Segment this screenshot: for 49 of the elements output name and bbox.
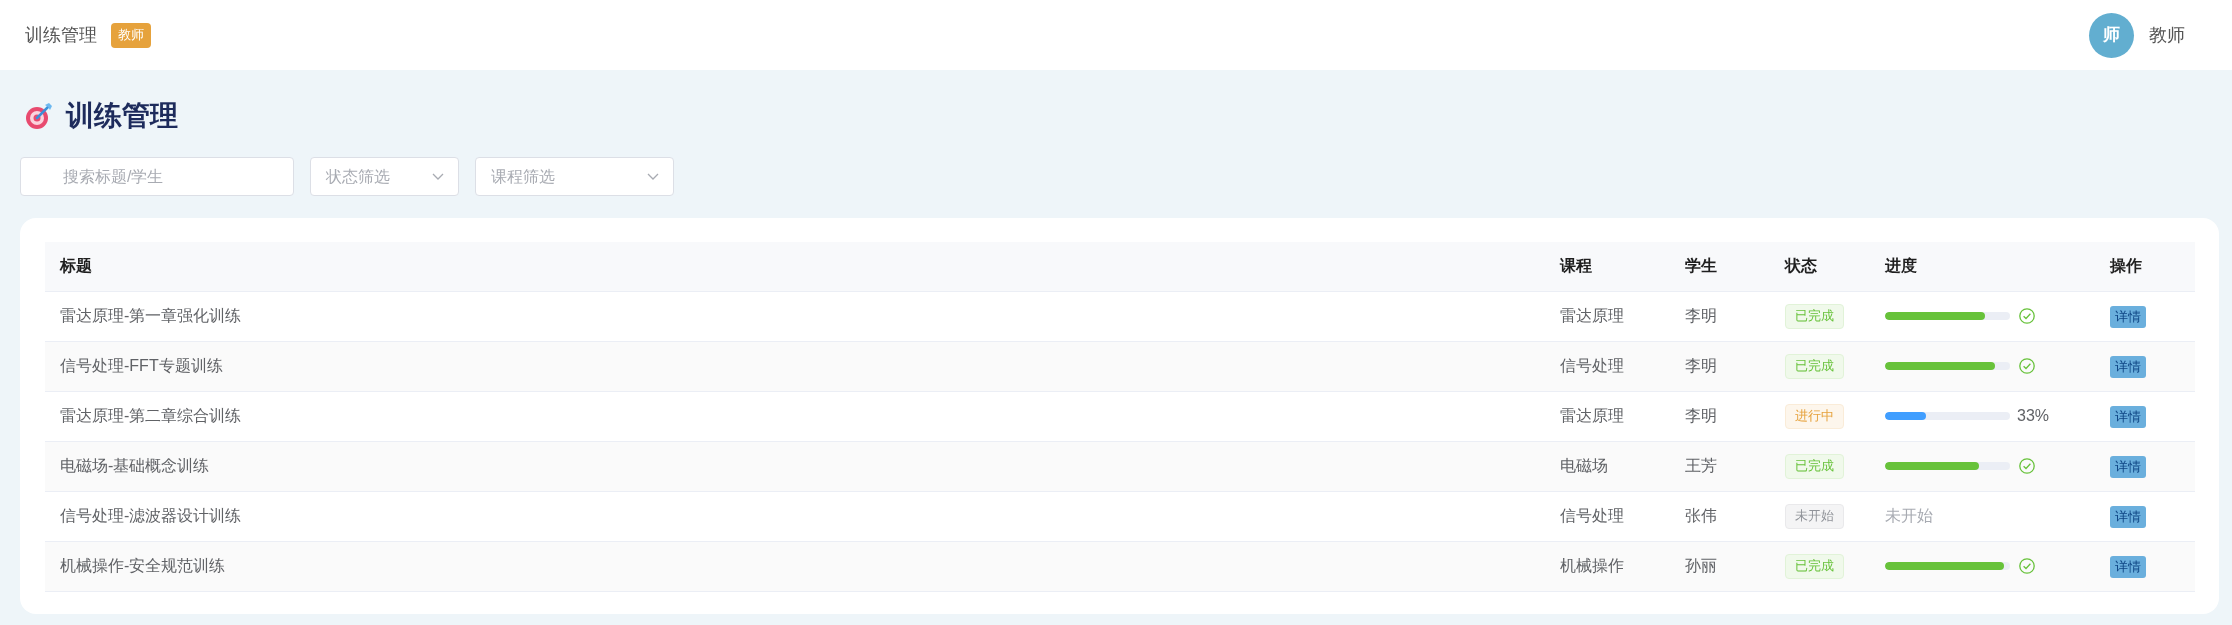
status-tag: 进行中 — [1785, 403, 1844, 429]
status-tag: 已完成 — [1785, 353, 1844, 379]
student-name: 李明 — [1685, 407, 1717, 424]
details-button[interactable]: 详情 — [2110, 306, 2146, 328]
training-title: 信号处理-FFT专题训练 — [60, 357, 223, 374]
status-tag: 已完成 — [1785, 453, 1844, 479]
details-button[interactable]: 详情 — [2110, 556, 2146, 578]
progress-percent: 33% — [2017, 406, 2050, 426]
course-name: 机械操作 — [1560, 557, 1624, 574]
search-field[interactable]: 搜索标题/学生 — [20, 157, 294, 196]
student-name: 张伟 — [1685, 507, 1717, 524]
column-header: 进度 — [1885, 257, 1917, 275]
student-name: 王芳 — [1685, 457, 1717, 474]
status-tag: 未开始 — [1785, 503, 1844, 529]
role-badge: 教师 — [111, 22, 151, 48]
app-title: 训练管理 — [25, 23, 97, 47]
course-filter-select[interactable]: 课程筛选 — [475, 157, 674, 196]
training-title: 信号处理-滤波器设计训练 — [60, 507, 242, 524]
chevron-down-icon — [647, 173, 659, 180]
student-name: 李明 — [1685, 357, 1717, 374]
details-button[interactable]: 详情 — [2110, 456, 2146, 478]
training-title: 机械操作-安全规范训练 — [60, 557, 226, 574]
training-title: 电磁场-基础概念训练 — [60, 457, 210, 474]
course-name: 信号处理 — [1560, 507, 1624, 524]
details-button[interactable]: 详情 — [2110, 506, 2146, 528]
student-name: 李明 — [1685, 307, 1717, 324]
student-name: 孙丽 — [1685, 557, 1717, 574]
course-name: 信号处理 — [1560, 357, 1624, 374]
column-header: 状态 — [1785, 257, 1817, 275]
course-name: 雷达原理 — [1560, 407, 1624, 424]
training-title: 雷达原理-第二章综合训练 — [60, 407, 242, 424]
status-filter-select[interactable]: 状态筛选 — [310, 157, 459, 196]
details-button[interactable]: 详情 — [2110, 406, 2146, 428]
details-button[interactable]: 详情 — [2110, 356, 2146, 378]
column-header: 操作 — [2110, 257, 2142, 275]
user-name: 教师 — [2149, 23, 2185, 47]
column-header: 标题 — [60, 257, 92, 275]
progress-status: 未开始 — [1885, 507, 1933, 524]
column-header: 课程 — [1560, 257, 1592, 275]
course-name: 电磁场 — [1560, 457, 1608, 474]
target-icon — [25, 102, 53, 130]
course-name: 雷达原理 — [1560, 307, 1624, 324]
chevron-down-icon — [432, 173, 444, 180]
page-title: 训练管理 — [66, 99, 178, 133]
status-tag: 已完成 — [1785, 303, 1844, 329]
status-tag: 已完成 — [1785, 553, 1844, 579]
user-avatar[interactable]: 师 — [2089, 12, 2134, 58]
column-header: 学生 — [1685, 257, 1717, 275]
training-title: 雷达原理-第一章强化训练 — [60, 307, 242, 324]
